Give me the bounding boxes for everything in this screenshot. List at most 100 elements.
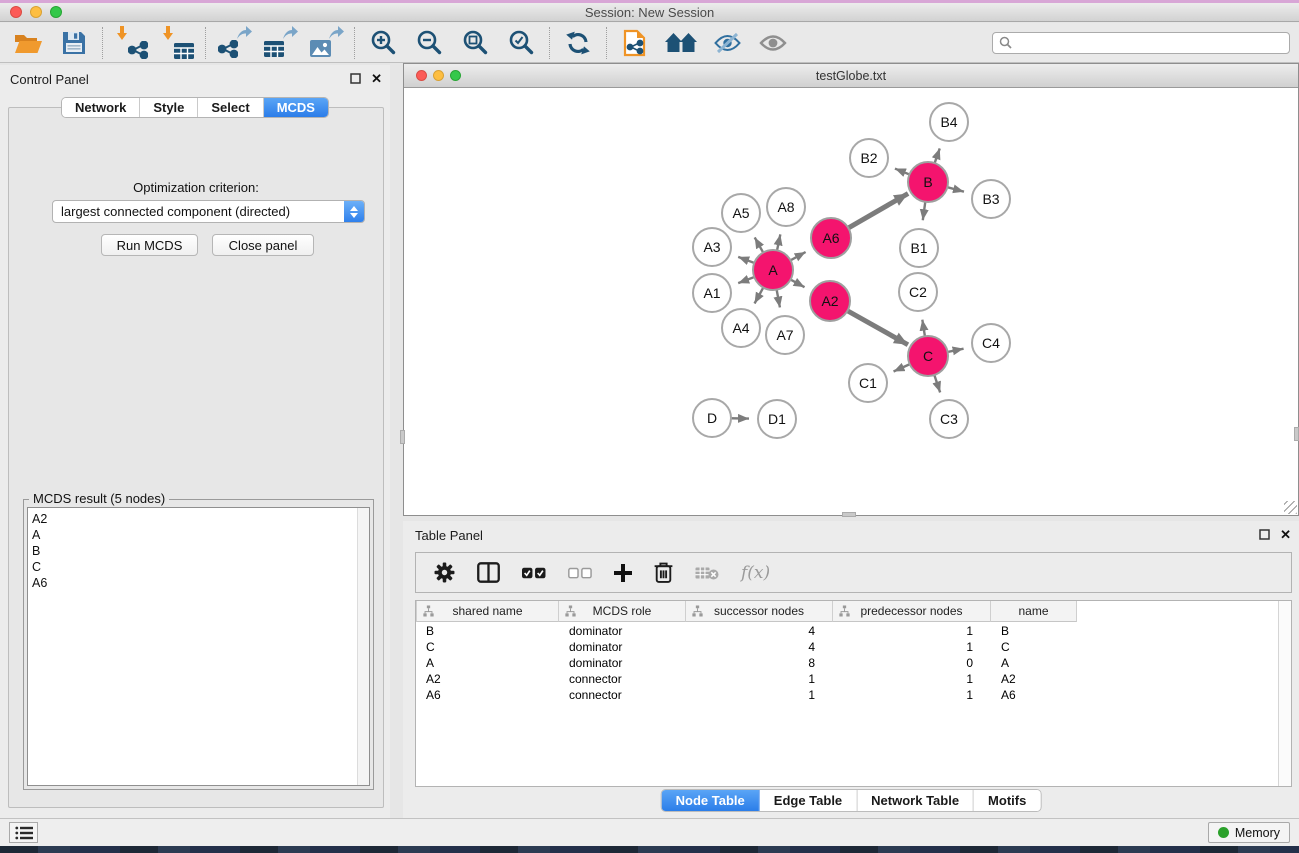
network-file-icon[interactable] [619,27,651,59]
home-icon[interactable] [665,27,697,59]
node-table[interactable]: shared nameMCDS rolesuccessor nodesprede… [415,600,1292,787]
export-image-icon[interactable] [310,27,342,59]
column-header-predecessor-nodes[interactable]: predecessor nodes [833,601,991,622]
save-icon[interactable] [58,27,90,59]
search-field[interactable] [992,32,1290,54]
delete-column-icon[interactable] [654,561,673,584]
node-C[interactable]: C [907,335,949,377]
node-B3[interactable]: B3 [971,179,1011,219]
cell-name[interactable]: C [991,640,1077,654]
cell-MCDS-role[interactable]: connector [559,672,686,686]
cell-name[interactable]: A2 [991,672,1077,686]
eye-slash-icon[interactable] [711,27,743,59]
table-scrollbar[interactable] [1278,601,1291,786]
table-row[interactable]: A2connector11A2 [416,671,1277,687]
cell-successor-nodes[interactable]: 4 [686,640,833,654]
node-A6[interactable]: A6 [810,217,852,259]
node-C1[interactable]: C1 [848,363,888,403]
table-row[interactable]: A6connector11A6 [416,687,1277,703]
task-history-button[interactable] [9,822,38,843]
node-A7[interactable]: A7 [765,315,805,355]
mcds-result-item[interactable]: C [32,559,369,575]
tab-select[interactable]: Select [198,98,263,117]
node-B1[interactable]: B1 [899,228,939,268]
zoom-selected-icon[interactable] [505,27,537,59]
cell-shared-name[interactable]: A2 [416,672,559,686]
function-builder-icon[interactable]: f(x) [741,563,770,583]
node-A2[interactable]: A2 [809,280,851,322]
export-table-icon[interactable] [264,27,296,59]
float-panel-icon[interactable] [1259,529,1270,540]
column-header-MCDS-role[interactable]: MCDS role [559,601,686,622]
delete-table-icon[interactable] [695,566,719,580]
zoom-in-icon[interactable] [367,27,399,59]
import-table-icon[interactable] [161,27,193,59]
tab-motifs[interactable]: Motifs [974,790,1040,811]
cell-MCDS-role[interactable]: dominator [559,624,686,638]
cell-successor-nodes[interactable]: 1 [686,672,833,686]
node-A8[interactable]: A8 [766,187,806,227]
cell-successor-nodes[interactable]: 1 [686,688,833,702]
table-row[interactable]: Cdominator41C [416,639,1277,655]
node-D[interactable]: D [692,398,732,438]
cell-MCDS-role[interactable]: dominator [559,640,686,654]
node-A4[interactable]: A4 [721,308,761,348]
right-split-handle[interactable] [1294,427,1299,441]
tab-mcds[interactable]: MCDS [264,98,328,117]
mcds-result-list[interactable]: A2ABCA6 [27,507,370,786]
node-C4[interactable]: C4 [971,323,1011,363]
cell-successor-nodes[interactable]: 4 [686,624,833,638]
columns-icon[interactable] [477,562,500,583]
memory-button[interactable]: Memory [1208,822,1290,843]
cell-predecessor-nodes[interactable]: 0 [833,656,991,670]
close-panel-icon[interactable]: ✕ [1280,529,1291,540]
optimization-criterion-dropdown[interactable]: largest connected component (directed) [52,200,365,223]
resize-grip-icon[interactable] [1284,501,1297,514]
refresh-icon[interactable] [562,27,594,59]
column-header-shared-name[interactable]: shared name [416,601,559,622]
open-folder-icon[interactable] [12,27,44,59]
add-column-icon[interactable] [614,564,632,582]
node-A1[interactable]: A1 [692,273,732,313]
table-row[interactable]: Adominator80A [416,655,1277,671]
cell-shared-name[interactable]: C [416,640,559,654]
zoom-out-icon[interactable] [413,27,445,59]
tab-network[interactable]: Network [62,98,140,117]
node-A3[interactable]: A3 [692,227,732,267]
close-panel-button[interactable]: Close panel [212,234,314,256]
mcds-result-item[interactable]: B [32,543,369,559]
node-B[interactable]: B [907,161,949,203]
search-input[interactable] [1016,36,1289,50]
mcds-result-item[interactable]: A6 [32,575,369,591]
deselect-all-checkboxes-icon[interactable] [568,567,592,579]
tab-node-table[interactable]: Node Table [662,790,760,811]
bottom-split-handle[interactable] [842,512,856,517]
left-split-handle[interactable] [400,430,405,444]
cell-name[interactable]: A [991,656,1077,670]
table-row[interactable]: Bdominator41B [416,623,1277,639]
import-network-icon[interactable] [115,27,147,59]
network-canvas[interactable]: B4B2BB3A5A8A6B1A3AC2A1A2A4A7C4CC1C3DD1 [404,89,1298,515]
cell-predecessor-nodes[interactable]: 1 [833,640,991,654]
mcds-list-scrollbar[interactable] [357,508,369,785]
column-header-successor-nodes[interactable]: successor nodes [686,601,833,622]
float-panel-icon[interactable] [350,73,361,84]
cell-predecessor-nodes[interactable]: 1 [833,688,991,702]
cell-name[interactable]: B [991,624,1077,638]
node-A5[interactable]: A5 [721,193,761,233]
cell-predecessor-nodes[interactable]: 1 [833,672,991,686]
node-B2[interactable]: B2 [849,138,889,178]
mcds-result-item[interactable]: A [32,527,369,543]
tab-edge-table[interactable]: Edge Table [760,790,857,811]
node-D1[interactable]: D1 [757,399,797,439]
run-mcds-button[interactable]: Run MCDS [101,234,198,256]
zoom-fit-icon[interactable] [459,27,491,59]
cell-MCDS-role[interactable]: dominator [559,656,686,670]
column-header-name[interactable]: name [991,601,1077,622]
node-C3[interactable]: C3 [929,399,969,439]
tab-network-table[interactable]: Network Table [857,790,974,811]
node-A[interactable]: A [752,249,794,291]
select-all-checkboxes-icon[interactable] [522,567,546,579]
cell-shared-name[interactable]: B [416,624,559,638]
node-B4[interactable]: B4 [929,102,969,142]
